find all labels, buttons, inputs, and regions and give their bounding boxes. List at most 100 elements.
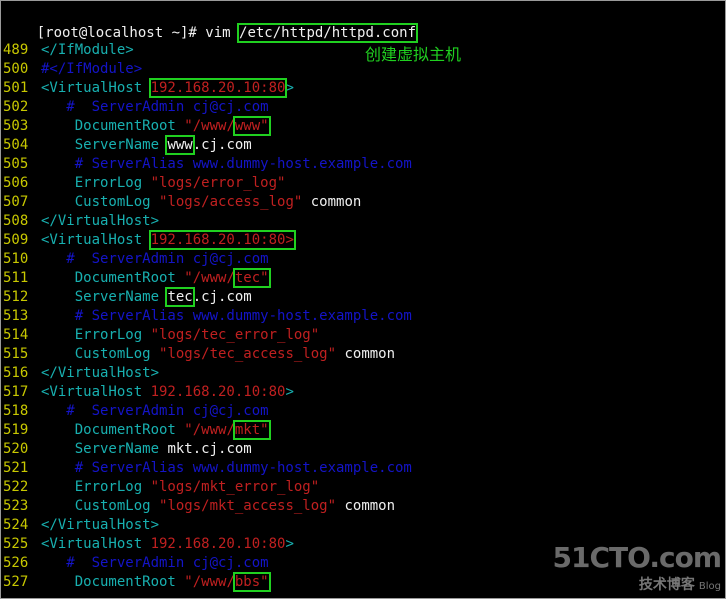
code-line: 504 ServerName www.cj.com bbox=[3, 135, 252, 155]
highlighted-token: www bbox=[165, 135, 195, 155]
highlighted-token: mkt" bbox=[232, 420, 271, 440]
line-number: 516 bbox=[3, 365, 29, 381]
code-token: "/www/ bbox=[184, 574, 235, 590]
code-token: ErrorLog bbox=[41, 479, 151, 495]
code-line: 503 DocumentRoot "/www/www" bbox=[3, 116, 271, 136]
code-token: > bbox=[285, 80, 294, 96]
terminal-window[interactable]: [root@localhost ~]# vim /etc/httpd/httpd… bbox=[0, 0, 726, 599]
line-number: 517 bbox=[3, 384, 29, 400]
code-token: "logs/access_log" bbox=[159, 194, 303, 210]
code-token: "logs/mkt_error_log" bbox=[150, 479, 320, 495]
code-line: 501 <VirtualHost 192.168.20.10:80> bbox=[3, 78, 294, 98]
code-token: common bbox=[336, 498, 396, 514]
code-token: common bbox=[302, 194, 362, 210]
shell-prompt-line: [root@localhost ~]# vim /etc/httpd/httpd… bbox=[3, 5, 419, 43]
code-token: "logs/mkt_access_log" bbox=[159, 498, 337, 514]
code-line: 513 # ServerAlias www.dummy-host.example… bbox=[3, 307, 412, 326]
code-token: ServerName bbox=[41, 441, 168, 457]
highlighted-token: 192.168.20.10:80> bbox=[148, 230, 296, 250]
code-token: DocumentRoot bbox=[41, 270, 185, 286]
code-token: .cj.com bbox=[192, 289, 252, 305]
code-token: <VirtualHost bbox=[41, 80, 151, 96]
code-line: 521 # ServerAlias www.dummy-host.example… bbox=[3, 459, 412, 478]
highlighted-token: bbs" bbox=[232, 572, 271, 592]
code-token: </VirtualHost> bbox=[41, 213, 160, 229]
code-token: ServerName bbox=[41, 289, 168, 305]
code-token: mkt.cj.com bbox=[167, 441, 252, 457]
code-token: # ServerAdmin cj@cj.com bbox=[41, 555, 269, 571]
annotation-create-virtual-host: 创建虚拟主机 bbox=[365, 45, 462, 64]
code-line: 522 ErrorLog "logs/mkt_error_log" bbox=[3, 478, 319, 497]
highlighted-token: 192.168.20.10:80 bbox=[148, 78, 288, 98]
line-number: 505 bbox=[3, 156, 29, 172]
line-number: 520 bbox=[3, 441, 29, 457]
code-token: </VirtualHost> bbox=[41, 365, 160, 381]
line-number: 510 bbox=[3, 251, 29, 267]
line-number: 506 bbox=[3, 175, 29, 191]
watermark-51cto: 51CTO.com 技术博客 Blog bbox=[552, 541, 722, 594]
code-token: common bbox=[336, 346, 396, 362]
code-token: # ServerAlias www.dummy-host.example.com bbox=[41, 460, 412, 476]
code-line: 526 # ServerAdmin cj@cj.com bbox=[3, 554, 269, 573]
code-line: 527 DocumentRoot "/www/bbs" bbox=[3, 572, 271, 592]
line-number: 503 bbox=[3, 118, 29, 134]
line-number: 514 bbox=[3, 327, 29, 343]
line-number: 525 bbox=[3, 536, 29, 552]
code-token: ErrorLog bbox=[41, 175, 151, 191]
code-token: "/www/ bbox=[184, 422, 235, 438]
code-token: DocumentRoot bbox=[41, 574, 185, 590]
code-line: 514 ErrorLog "logs/tec_error_log" bbox=[3, 326, 319, 345]
line-number: 527 bbox=[3, 574, 29, 590]
code-token: <VirtualHost bbox=[41, 384, 151, 400]
code-token: > bbox=[285, 536, 294, 552]
code-token: CustomLog bbox=[41, 346, 160, 362]
code-line: 523 CustomLog "logs/mkt_access_log" comm… bbox=[3, 497, 395, 516]
highlighted-token: tec" bbox=[232, 268, 271, 288]
code-token: "/www/ bbox=[184, 118, 235, 134]
shell-prompt: [root@localhost ~]# vim bbox=[36, 25, 240, 41]
code-line: 508 </VirtualHost> bbox=[3, 212, 159, 231]
code-line: 515 CustomLog "logs/tec_access_log" comm… bbox=[3, 345, 395, 364]
code-token: DocumentRoot bbox=[41, 422, 185, 438]
code-line: 516 </VirtualHost> bbox=[3, 364, 159, 383]
code-token: # ServerAdmin cj@cj.com bbox=[41, 403, 269, 419]
code-token: 192.168.20.10:80 bbox=[150, 384, 286, 400]
line-number: 501 bbox=[3, 80, 29, 96]
code-line: 517 <VirtualHost 192.168.20.10:80> bbox=[3, 383, 294, 402]
line-number: 521 bbox=[3, 460, 29, 476]
line-number: 489 bbox=[3, 42, 29, 58]
line-number: 522 bbox=[3, 479, 29, 495]
code-token: <VirtualHost bbox=[41, 536, 151, 552]
code-line: 502 # ServerAdmin cj@cj.com bbox=[3, 98, 269, 117]
code-token: #</IfModule> bbox=[41, 61, 143, 77]
watermark-site: 51CTO.com bbox=[552, 541, 722, 574]
line-number: 500 bbox=[3, 61, 29, 77]
code-line: 509 <VirtualHost 192.168.20.10:80> bbox=[3, 230, 296, 250]
code-line: 505 # ServerAlias www.dummy-host.example… bbox=[3, 155, 412, 174]
config-file-path: /etc/httpd/httpd.conf bbox=[237, 23, 419, 43]
line-number: 524 bbox=[3, 517, 29, 533]
code-line: 525 <VirtualHost 192.168.20.10:80> bbox=[3, 535, 294, 554]
code-token: "logs/error_log" bbox=[150, 175, 286, 191]
line-number: 511 bbox=[3, 270, 29, 286]
code-token: ErrorLog bbox=[41, 327, 151, 343]
line-number: 502 bbox=[3, 99, 29, 115]
code-token: DocumentRoot bbox=[41, 118, 185, 134]
line-number: 508 bbox=[3, 213, 29, 229]
code-token: # ServerAlias www.dummy-host.example.com bbox=[41, 156, 412, 172]
code-line: 512 ServerName tec.cj.com bbox=[3, 287, 252, 307]
code-line: 506 ErrorLog "logs/error_log" bbox=[3, 174, 285, 193]
code-token: "/www/ bbox=[184, 270, 235, 286]
code-line: 518 # ServerAdmin cj@cj.com bbox=[3, 402, 269, 421]
code-token: CustomLog bbox=[41, 194, 160, 210]
line-number: 523 bbox=[3, 498, 29, 514]
line-number: 518 bbox=[3, 403, 29, 419]
code-token: "logs/tec_error_log" bbox=[150, 327, 320, 343]
line-number: 519 bbox=[3, 422, 29, 438]
highlighted-token: tec bbox=[165, 287, 195, 307]
line-number: 526 bbox=[3, 555, 29, 571]
line-number: 515 bbox=[3, 346, 29, 362]
line-number: 504 bbox=[3, 137, 29, 153]
code-token: ServerName bbox=[41, 137, 168, 153]
code-line: 489 </IfModule> bbox=[3, 41, 134, 60]
